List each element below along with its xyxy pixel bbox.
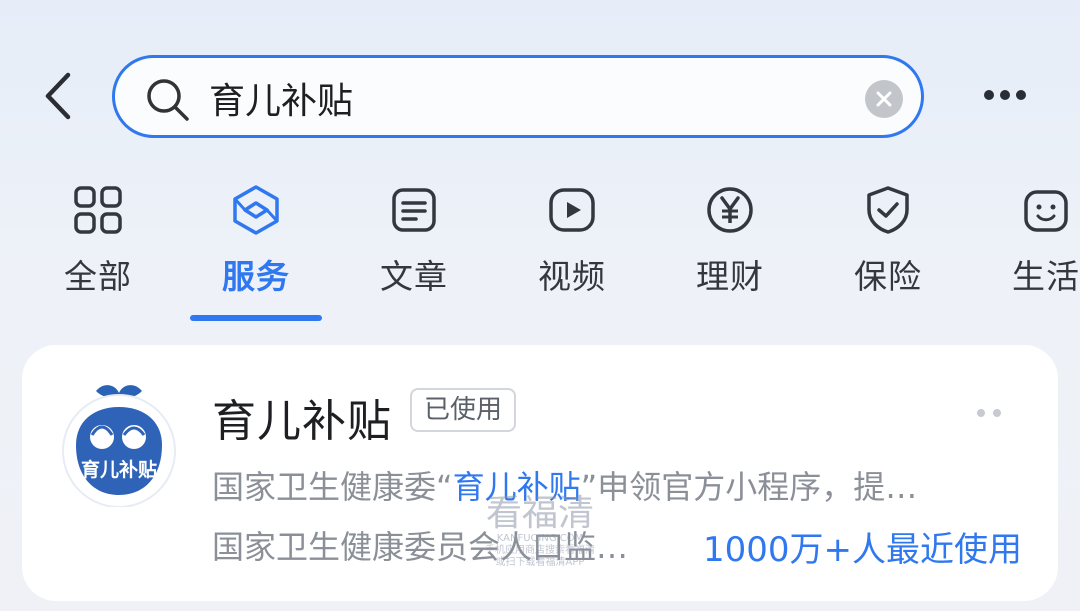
- tab-label: 文章: [380, 257, 448, 296]
- article-icon: [392, 188, 436, 232]
- more-dots-icon: [984, 90, 1026, 100]
- tab-life[interactable]: 生活: [976, 180, 1080, 320]
- watermark-line: 手机应用商店搜索看福清: [485, 545, 595, 556]
- search-icon: [147, 79, 189, 121]
- desc-text: 国家卫生健康委“: [212, 468, 453, 506]
- usage-count: 1000万+人最近使用: [702, 530, 1022, 570]
- tab-finance[interactable]: 理财: [660, 180, 800, 320]
- clear-search-button[interactable]: [865, 80, 903, 118]
- search-box[interactable]: [112, 55, 924, 138]
- shield-check-icon: [867, 186, 909, 234]
- chevron-left-icon: [45, 72, 71, 120]
- tab-insurance[interactable]: 保险: [818, 180, 958, 320]
- result-title: 育儿补贴: [212, 396, 392, 447]
- tab-article[interactable]: 文章: [344, 180, 484, 320]
- category-tabs: 全部 服务 文章 视频 理财 保险 生活: [0, 180, 1080, 330]
- tab-all[interactable]: 全部: [28, 180, 168, 320]
- tab-label: 保险: [854, 257, 922, 296]
- life-icon: [1024, 190, 1068, 232]
- tab-service[interactable]: 服务: [186, 180, 326, 320]
- mini-program-logo: 育儿补贴: [58, 377, 180, 508]
- search-input[interactable]: [207, 68, 851, 128]
- result-description: 国家卫生健康委“育儿补贴”申领官方小程序，提…: [212, 462, 1012, 508]
- tab-label: 理财: [696, 257, 764, 296]
- video-play-icon: [549, 188, 595, 232]
- watermark-line: 或扫下载看福清APP: [495, 557, 585, 568]
- tab-label: 生活: [1012, 257, 1080, 296]
- more-menu-button[interactable]: [975, 80, 1035, 110]
- tab-label: 服务: [222, 257, 290, 296]
- tab-label: 全部: [64, 257, 132, 296]
- desc-text: ”申领官方小程序，提…: [580, 468, 918, 506]
- watermark-title: 看福清: [485, 493, 594, 534]
- close-icon: [876, 91, 892, 107]
- watermark-line: KANFUQING.COM: [496, 533, 584, 544]
- back-button[interactable]: [32, 66, 82, 126]
- tab-label: 视频: [538, 257, 606, 296]
- grid-icon: [74, 186, 122, 234]
- more-dots-icon: [977, 409, 1001, 417]
- service-cube-icon: [233, 185, 279, 235]
- active-tab-indicator: [190, 315, 322, 321]
- logo-text: 育儿补贴: [81, 458, 157, 481]
- watermark: 看福清 KANFUQING.COM 手机应用商店搜索看福清 或扫下载看福清APP: [470, 495, 610, 569]
- used-badge: 已使用: [410, 388, 517, 432]
- tab-video[interactable]: 视频: [502, 180, 642, 320]
- card-more-button[interactable]: [976, 403, 1004, 422]
- yen-icon: [707, 187, 753, 233]
